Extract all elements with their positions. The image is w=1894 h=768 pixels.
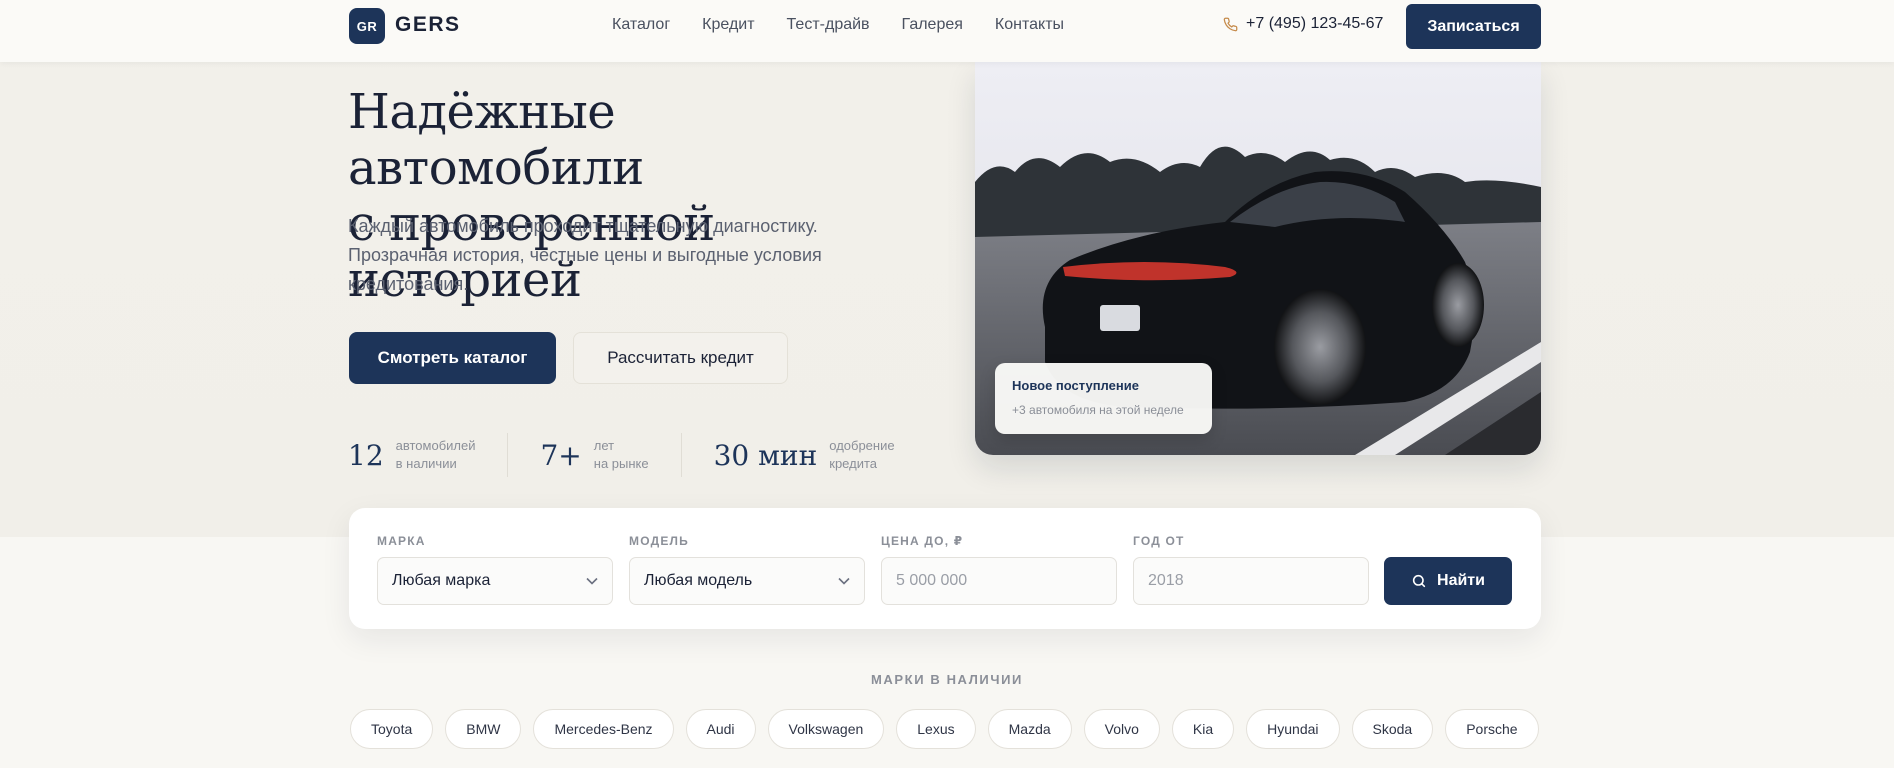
hero-background: [0, 0, 1894, 537]
badge-title: Новое поступление: [1012, 378, 1139, 393]
brand-chip-bmw[interactable]: BMW: [445, 709, 522, 749]
stat-label-line1: лет: [593, 438, 615, 453]
stat-approval: 30 мин одобрение кредита: [714, 437, 895, 473]
price-input[interactable]: [896, 572, 1102, 590]
price-input-box: [881, 557, 1117, 605]
stat-divider: [680, 433, 682, 477]
site-header: GR GERS Каталог Кредит Тест-драйв Галере…: [0, 0, 1894, 62]
stat-label: одобрение кредита: [829, 437, 894, 473]
stat-cars: 12 автомобилей в наличии: [348, 437, 475, 473]
nav-credit[interactable]: Кредит: [702, 16, 754, 34]
brand-chip-porsche[interactable]: Porsche: [1445, 709, 1539, 749]
find-button-label: Найти: [1437, 572, 1485, 589]
chevron-down-icon: [838, 577, 850, 585]
stat-label-line2: на рынке: [593, 456, 649, 471]
brand-chip-mercedes-benz[interactable]: Mercedes-Benz: [533, 709, 674, 749]
nav-catalog[interactable]: Каталог: [612, 16, 670, 34]
year-field: ГОД ОТ: [1133, 534, 1369, 605]
brand-chip-skoda[interactable]: Skoda: [1351, 709, 1434, 749]
brand-chip-audi[interactable]: Audi: [685, 709, 756, 749]
stat-number: 7+: [540, 438, 582, 472]
year-input-box: [1133, 557, 1369, 605]
main-nav: Каталог Кредит Тест-драйв Галерея Контак…: [612, 16, 1064, 34]
stat-label-line1: одобрение: [829, 438, 895, 453]
brand-chip-volvo[interactable]: Volvo: [1083, 709, 1160, 749]
brand-select[interactable]: Любая марка: [377, 557, 613, 605]
find-button[interactable]: Найти: [1384, 557, 1512, 605]
new-arrival-badge: Новое поступление +3 автомобиля на этой …: [995, 363, 1212, 434]
year-input[interactable]: [1148, 572, 1354, 590]
stat-label-line2: кредита: [829, 456, 877, 471]
signup-button[interactable]: Записаться: [1406, 4, 1541, 49]
model-select-value: Любая модель: [644, 572, 753, 589]
stat-years: 7+ лет на рынке: [540, 437, 648, 473]
brand-chip-mazda[interactable]: Mazda: [987, 709, 1072, 749]
brand-chip-kia[interactable]: Kia: [1171, 709, 1235, 749]
nav-gallery[interactable]: Галерея: [902, 16, 963, 34]
brand-chip-volkswagen[interactable]: Volkswagen: [767, 709, 885, 749]
stat-label-line2: в наличии: [395, 456, 457, 471]
model-select[interactable]: Любая модель: [629, 557, 865, 605]
year-label: ГОД ОТ: [1133, 534, 1185, 548]
view-catalog-button[interactable]: Смотреть каталог: [349, 332, 556, 384]
stat-number: 12: [348, 438, 384, 472]
phone-icon: [1223, 17, 1238, 31]
brand-select-value: Любая марка: [392, 572, 491, 589]
phone-link[interactable]: +7 (495) 123-45-67: [1223, 15, 1383, 33]
model-label: МОДЕЛЬ: [629, 534, 689, 548]
brand-chip-hyundai[interactable]: Hyundai: [1246, 709, 1340, 749]
brand-chip-lexus[interactable]: Lexus: [896, 709, 976, 749]
hero-title-line1: Надёжные автомобили: [348, 84, 644, 196]
stat-divider: [507, 433, 509, 477]
brand-field: МАРКА Любая марка: [377, 534, 613, 605]
brand-chip-toyota[interactable]: Toyota: [350, 709, 434, 749]
stat-label: лет на рынке: [594, 437, 649, 473]
stats-row: 12 автомобилей в наличии 7+ лет на рынке…: [348, 433, 895, 477]
logo-mark[interactable]: GR: [349, 8, 385, 44]
chevron-down-icon: [586, 577, 598, 585]
brand-label: МАРКА: [377, 534, 426, 548]
hero-subtitle: Каждый автомобиль проходит тщательную ди…: [348, 216, 822, 294]
price-label: ЦЕНА ДО, ₽: [881, 534, 964, 548]
price-field: ЦЕНА ДО, ₽: [881, 534, 1117, 605]
brand-chips: Toyota BMW Mercedes-Benz Audi Volkswagen…: [350, 709, 1539, 749]
nav-contacts[interactable]: Контакты: [995, 16, 1064, 34]
stat-label: автомобилей в наличии: [396, 437, 476, 473]
stat-number: 30 мин: [713, 438, 818, 472]
logo-text[interactable]: GERS: [395, 13, 461, 37]
model-field: МОДЕЛЬ Любая модель: [629, 534, 865, 605]
search-icon: [1412, 574, 1426, 588]
calculate-credit-button[interactable]: Рассчитать кредит: [573, 332, 788, 384]
nav-test-drive[interactable]: Тест-драйв: [787, 16, 870, 34]
stat-label-line1: автомобилей: [395, 438, 476, 453]
badge-subtitle: +3 автомобиля на этой неделе: [1012, 403, 1184, 417]
brands-title: МАРКИ В НАЛИЧИИ: [870, 672, 1023, 687]
phone-number: +7 (495) 123-45-67: [1246, 15, 1384, 32]
search-panel: МАРКА Любая марка МОДЕЛЬ Любая модель ЦЕ…: [349, 508, 1541, 629]
